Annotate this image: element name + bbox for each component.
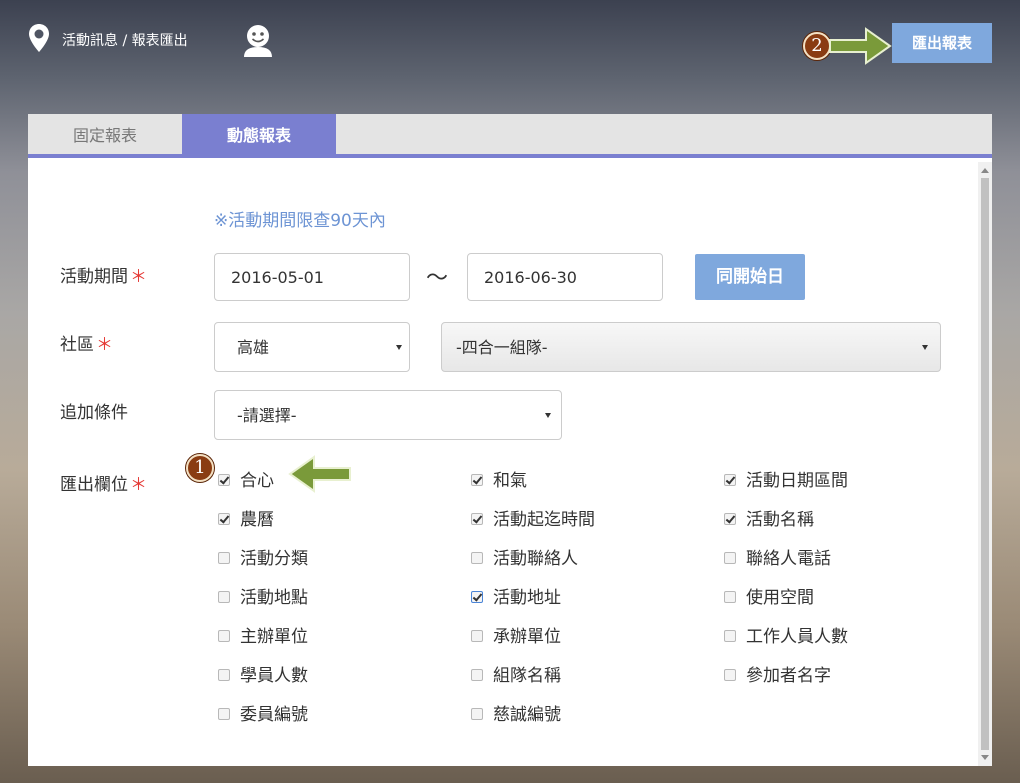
export-field-checkbox[interactable]: 活動地點 (218, 583, 308, 608)
export-field-label: 活動名稱 (746, 510, 814, 530)
checkbox-unchecked-icon[interactable] (218, 629, 230, 642)
export-field-checkbox[interactable]: 委員編號 (218, 700, 308, 725)
scroll-thumb[interactable] (981, 178, 989, 750)
arrow-left-icon (288, 455, 351, 493)
export-field-checkbox[interactable]: 活動地址 (471, 583, 561, 608)
checkbox-unchecked-icon[interactable] (471, 551, 483, 564)
export-field-label: 活動分類 (240, 549, 308, 569)
chevron-down-icon (396, 345, 402, 350)
export-field-label: 活動起迄時間 (493, 510, 595, 530)
tab-bar: 固定報表 動態報表 (28, 114, 992, 158)
arrow-right-icon (829, 27, 892, 65)
export-field-checkbox[interactable]: 農曆 (218, 505, 274, 530)
export-field-checkbox[interactable]: 慈誠編號 (471, 700, 561, 725)
checkbox-checked-icon[interactable] (724, 512, 736, 525)
checkbox-unchecked-icon[interactable] (471, 668, 483, 681)
community-select[interactable]: 高雄 (214, 322, 410, 372)
export-field-label: 使用空間 (746, 588, 814, 608)
community-select-value: 高雄 (237, 338, 270, 357)
export-field-checkbox[interactable]: 活動日期區間 (724, 466, 848, 491)
export-field-label: 承辦單位 (493, 627, 561, 647)
required-mark: ＊ (96, 335, 113, 355)
checkbox-checked-icon[interactable] (218, 473, 230, 486)
start-date-input[interactable]: 2016-05-01 (214, 253, 410, 301)
export-field-checkbox[interactable]: 聯絡人電話 (724, 544, 831, 569)
period-limit-note: ※活動期間限查90天內 (214, 211, 386, 231)
export-field-label: 聯絡人電話 (746, 549, 831, 569)
checkbox-checked-icon[interactable] (218, 512, 230, 525)
export-field-label: 工作人員人數 (746, 627, 848, 647)
checkbox-unchecked-icon[interactable] (218, 590, 230, 603)
export-field-label: 委員編號 (240, 705, 308, 725)
export-fields-label: 匯出欄位＊ (60, 475, 147, 495)
checkbox-checked-icon[interactable] (724, 473, 736, 486)
step-badge-2: 2 (803, 32, 831, 60)
export-field-label: 活動地點 (240, 588, 308, 608)
period-label: 活動期間＊ (60, 267, 147, 287)
range-separator: 〜 (426, 266, 449, 291)
required-mark: ＊ (130, 267, 147, 287)
checkbox-unchecked-icon[interactable] (471, 629, 483, 642)
export-field-label: 主辦單位 (240, 627, 308, 647)
export-field-label: 參加者名字 (746, 666, 831, 686)
chevron-down-icon (922, 345, 928, 350)
export-report-button[interactable]: 匯出報表 (892, 23, 992, 63)
export-field-checkbox[interactable]: 承辦單位 (471, 622, 561, 647)
export-field-label: 農曆 (240, 510, 274, 530)
checkbox-unchecked-icon[interactable] (724, 590, 736, 603)
export-field-label: 活動地址 (493, 588, 561, 608)
extra-condition-select[interactable]: -請選擇- (214, 390, 562, 440)
checkbox-unchecked-icon[interactable] (724, 668, 736, 681)
scroll-up-icon[interactable] (981, 168, 989, 173)
tab-dynamic-report[interactable]: 動態報表 (182, 114, 336, 158)
checkbox-checked-icon[interactable] (471, 512, 483, 525)
checkbox-unchecked-icon[interactable] (724, 551, 736, 564)
export-field-checkbox[interactable]: 工作人員人數 (724, 622, 848, 647)
step-badge-1: 1 (186, 454, 214, 482)
checkbox-checked-icon[interactable] (471, 590, 483, 603)
team-select[interactable]: -四合一組隊- (441, 322, 941, 372)
export-field-checkbox[interactable]: 學員人數 (218, 661, 308, 686)
checkbox-unchecked-icon[interactable] (218, 668, 230, 681)
breadcrumb: 活動訊息 / 報表匯出 (62, 33, 188, 49)
export-field-checkbox[interactable]: 參加者名字 (724, 661, 831, 686)
checkbox-unchecked-icon[interactable] (471, 707, 483, 720)
required-mark: ＊ (130, 475, 147, 495)
location-pin-icon (29, 24, 49, 52)
export-field-checkbox[interactable]: 合心 (218, 466, 274, 491)
export-field-checkbox[interactable]: 和氣 (471, 466, 527, 491)
report-panel: 固定報表 動態報表 ※活動期間限查90天內 活動期間＊ 2016-05-01 〜… (28, 114, 992, 766)
scroll-down-icon[interactable] (981, 755, 989, 760)
checkbox-unchecked-icon[interactable] (724, 629, 736, 642)
export-field-label: 慈誠編號 (493, 705, 561, 725)
checkbox-unchecked-icon[interactable] (218, 551, 230, 564)
export-field-label: 組隊名稱 (493, 666, 561, 686)
export-field-label: 和氣 (493, 471, 527, 491)
export-field-checkbox[interactable]: 活動起迄時間 (471, 505, 595, 530)
checkbox-checked-icon[interactable] (471, 473, 483, 486)
export-field-checkbox[interactable]: 組隊名稱 (471, 661, 561, 686)
export-field-label: 活動日期區間 (746, 471, 848, 491)
end-date-input[interactable]: 2016-06-30 (467, 253, 663, 301)
same-as-start-button[interactable]: 同開始日 (695, 254, 805, 300)
export-field-label: 合心 (240, 471, 274, 491)
export-field-label: 活動聯絡人 (493, 549, 578, 569)
avatar-icon[interactable] (242, 23, 274, 57)
export-field-checkbox[interactable]: 活動名稱 (724, 505, 814, 530)
extra-condition-value: -請選擇- (237, 406, 297, 425)
chevron-down-icon (545, 413, 551, 418)
export-field-checkbox[interactable]: 活動聯絡人 (471, 544, 578, 569)
export-field-checkbox[interactable]: 活動分類 (218, 544, 308, 569)
team-select-value: -四合一組隊- (456, 338, 548, 357)
export-field-checkbox[interactable]: 使用空間 (724, 583, 814, 608)
export-field-label: 學員人數 (240, 666, 308, 686)
community-label: 社區＊ (60, 335, 113, 355)
scrollbar[interactable] (978, 162, 992, 766)
export-field-checkbox[interactable]: 主辦單位 (218, 622, 308, 647)
header-bar: 活動訊息 / 報表匯出 2 匯出報表 (0, 0, 1020, 90)
extra-condition-label: 追加條件 (60, 403, 128, 423)
checkbox-unchecked-icon[interactable] (218, 707, 230, 720)
tab-fixed-report[interactable]: 固定報表 (28, 114, 182, 158)
